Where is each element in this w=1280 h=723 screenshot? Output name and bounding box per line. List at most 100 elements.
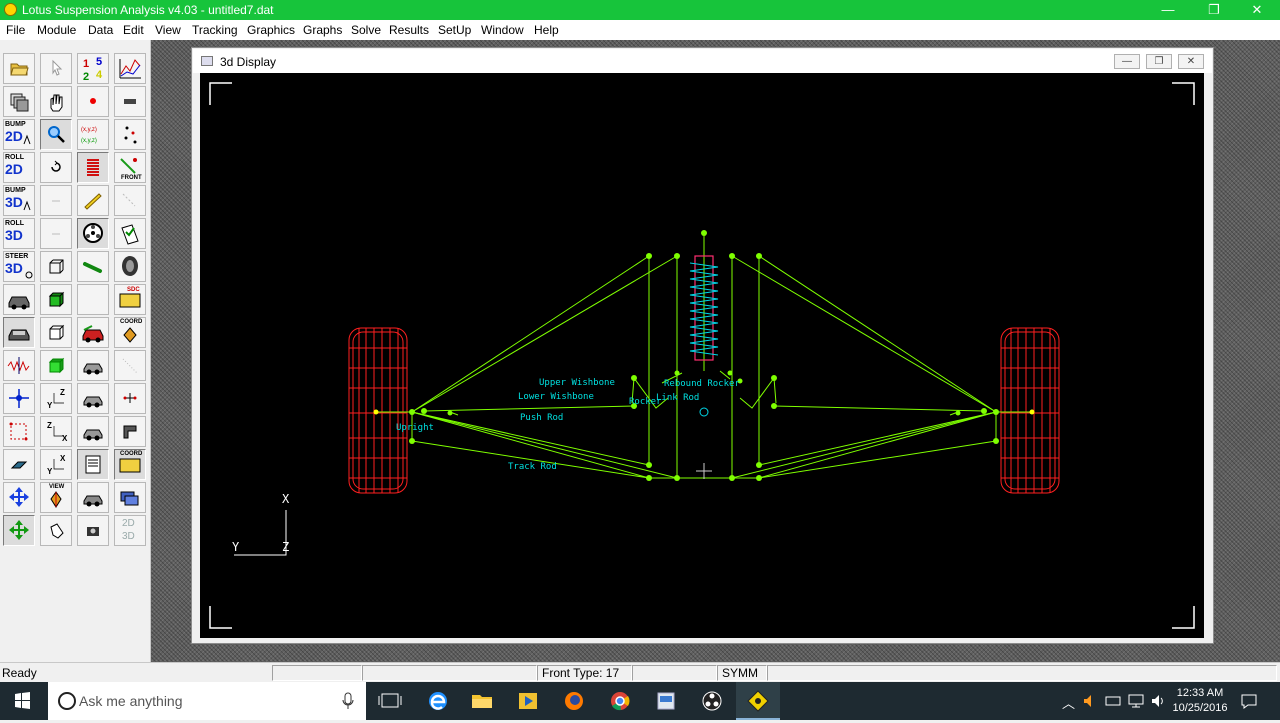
clamp-button[interactable]	[114, 416, 146, 447]
obs-icon[interactable]	[690, 682, 734, 720]
child-maximize-button[interactable]: ❐	[1146, 54, 1172, 69]
view-zx-button[interactable]: ZX	[40, 416, 72, 447]
wheel-button[interactable]	[77, 218, 109, 249]
measure-button[interactable]	[77, 185, 109, 216]
disabled-tool-3[interactable]	[77, 284, 109, 315]
wire-cube-button[interactable]	[40, 251, 72, 282]
maximize-button[interactable]: ❐	[1191, 0, 1237, 20]
copy-layers-button[interactable]	[3, 86, 35, 117]
file-explorer-icon[interactable]	[460, 682, 504, 720]
coordinates-button[interactable]: (x,y,z) (x,y,z)	[77, 119, 109, 150]
bump-3d-button[interactable]: BUMP 3D	[3, 185, 35, 216]
media-player-icon[interactable]	[506, 682, 550, 720]
windows-button[interactable]	[114, 482, 146, 513]
zoom-button[interactable]	[40, 119, 72, 150]
camera-button[interactable]	[77, 515, 109, 546]
view-yx-button[interactable]: YX	[40, 449, 72, 480]
link-rod-button[interactable]	[77, 251, 109, 282]
lotus-app-icon[interactable]	[736, 682, 780, 720]
firefox-icon[interactable]	[552, 682, 596, 720]
chrome-icon[interactable]	[598, 682, 642, 720]
green-cube-button[interactable]	[40, 284, 72, 315]
disabled-tool-4[interactable]	[114, 185, 146, 216]
car-side-button-2[interactable]	[77, 383, 109, 414]
disabled-tool-1[interactable]	[40, 185, 72, 216]
spring-wave-button[interactable]	[3, 350, 35, 381]
menu-graphs[interactable]: Graphs	[303, 23, 342, 37]
3d-display-title-bar[interactable]: 3d Display — ❐ ✕	[193, 49, 1212, 73]
roll-2d-button[interactable]: ROLL 2D	[3, 152, 35, 183]
menu-edit[interactable]: Edit	[123, 23, 144, 37]
rotate-button[interactable]	[40, 152, 72, 183]
system-clock[interactable]: 12:33 AM 10/25/2016	[1164, 686, 1236, 716]
view-yz-button[interactable]: YZ	[40, 383, 72, 414]
disabled-tool-2[interactable]	[40, 218, 72, 249]
sdc-button[interactable]: SDC	[114, 284, 146, 315]
edge-browser-icon[interactable]	[416, 682, 460, 720]
menu-results[interactable]: Results	[389, 23, 429, 37]
task-view-icon[interactable]	[368, 682, 412, 720]
spring-button[interactable]	[77, 152, 109, 183]
box-points-button[interactable]	[3, 416, 35, 447]
roll-3d-button[interactable]: ROLL 3D	[3, 218, 35, 249]
red-car-button[interactable]	[77, 317, 109, 348]
pan-arrows-button[interactable]	[3, 515, 35, 546]
bump-2d-button[interactable]: BUMP 2D	[3, 119, 35, 150]
start-button[interactable]	[0, 682, 44, 720]
steer-3d-button[interactable]: STEER 3D	[3, 251, 35, 282]
report-button[interactable]	[77, 449, 109, 480]
car-view-button[interactable]	[3, 284, 35, 315]
pointer-hand-button[interactable]	[40, 515, 72, 546]
menu-tracking[interactable]: Tracking	[192, 23, 238, 37]
menu-graphics[interactable]: Graphics	[247, 23, 295, 37]
menu-help[interactable]: Help	[534, 23, 559, 37]
solid-cube-button[interactable]	[40, 350, 72, 381]
close-button[interactable]: ✕	[1234, 0, 1280, 20]
toggle-2d-3d-button[interactable]: 2D 3D	[114, 515, 146, 546]
3d-viewport[interactable]: Upper Wishbone Lower Wishbone Push Rod U…	[200, 73, 1204, 638]
car-side-button-3[interactable]	[77, 416, 109, 447]
action-center-icon[interactable]	[1240, 693, 1258, 709]
car-settings-button[interactable]	[77, 482, 109, 513]
car-front-button[interactable]	[3, 317, 35, 348]
crosshair-button[interactable]	[3, 383, 35, 414]
view-direction-button[interactable]: VIEW	[40, 482, 72, 513]
front-view-button[interactable]: FRONT	[114, 152, 146, 183]
minimize-button[interactable]: —	[1145, 0, 1191, 20]
menu-view[interactable]: View	[155, 23, 181, 37]
menu-solve[interactable]: Solve	[351, 23, 381, 37]
open-file-button[interactable]	[3, 53, 35, 84]
graph-button[interactable]	[114, 53, 146, 84]
menu-data[interactable]: Data	[88, 23, 113, 37]
disabled-tool-5[interactable]	[114, 350, 146, 381]
hand-pan-button[interactable]	[40, 86, 72, 117]
menu-window[interactable]: Window	[481, 23, 524, 37]
search-box[interactable]: Ask me anything	[48, 682, 366, 720]
numbering-button[interactable]: 1524	[77, 53, 109, 84]
eraser-button[interactable]	[3, 449, 35, 480]
child-minimize-button[interactable]: —	[1114, 54, 1140, 69]
child-close-button[interactable]: ✕	[1178, 54, 1204, 69]
checklist-button[interactable]	[114, 218, 146, 249]
device-icon[interactable]	[1104, 694, 1122, 708]
coord-button[interactable]: COORD	[114, 317, 146, 348]
tyre-button[interactable]	[114, 251, 146, 282]
network-icon[interactable]	[1127, 693, 1145, 709]
document-app-icon[interactable]	[644, 682, 688, 720]
menu-module[interactable]: Module	[37, 23, 76, 37]
outline-cube-button[interactable]	[40, 317, 72, 348]
legend-button[interactable]	[114, 86, 146, 117]
car-side-button[interactable]	[77, 350, 109, 381]
app-icon[interactable]	[4, 3, 17, 16]
point-button[interactable]	[77, 86, 109, 117]
show-hidden-icons[interactable]: ︿	[1062, 693, 1075, 712]
scatter-points-button[interactable]	[114, 119, 146, 150]
move-arrows-button[interactable]	[3, 482, 35, 513]
coord-table-button[interactable]: COORD	[114, 449, 146, 480]
speaker-alert-icon[interactable]	[1082, 693, 1096, 709]
microphone-icon[interactable]	[338, 682, 358, 720]
add-point-button[interactable]	[114, 383, 146, 414]
pointer-button[interactable]	[40, 53, 72, 84]
menu-setup[interactable]: SetUp	[438, 23, 471, 37]
menu-file[interactable]: File	[6, 23, 25, 37]
